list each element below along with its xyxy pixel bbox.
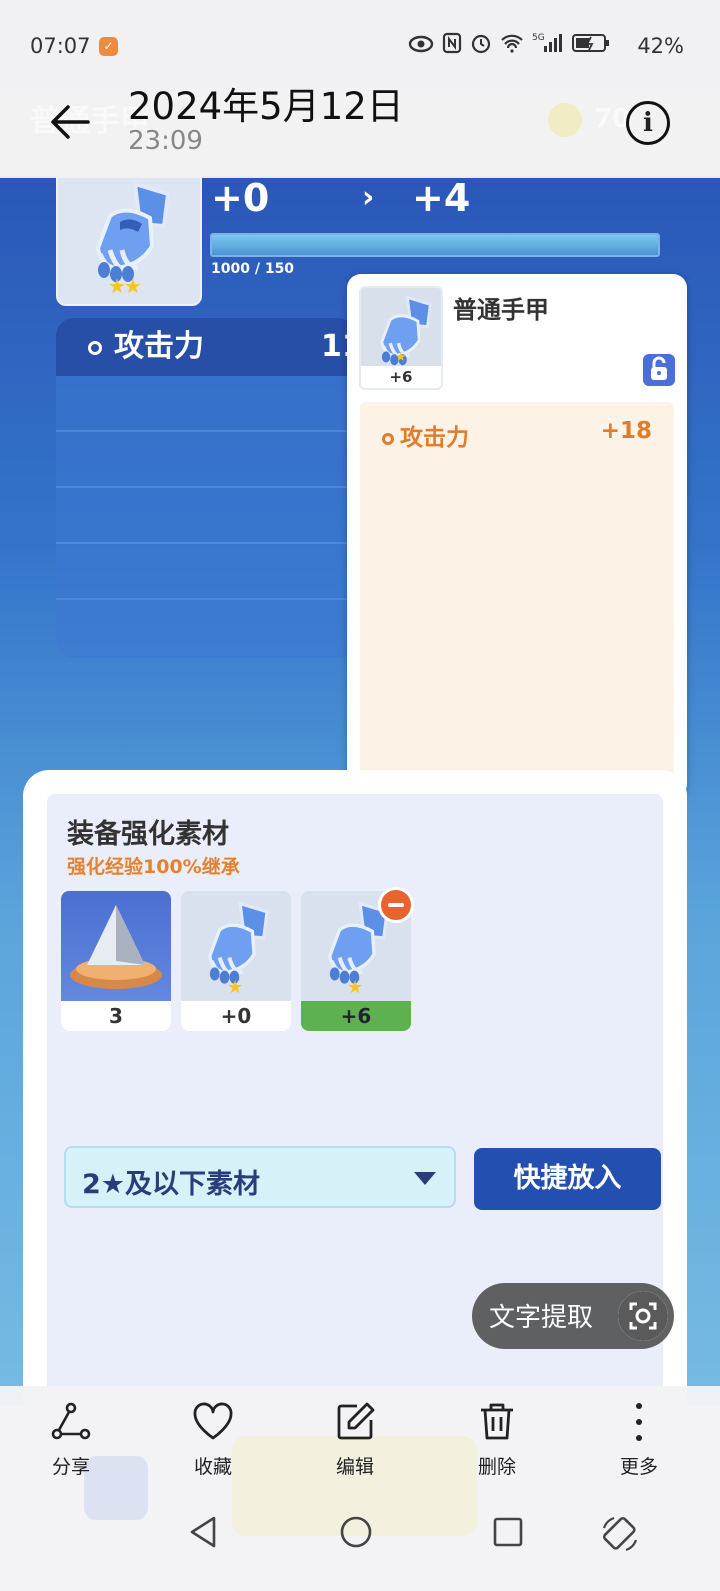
more-label: 更多 — [619, 1456, 658, 1478]
nfc-icon — [442, 32, 462, 59]
caret-down-icon — [414, 1172, 436, 1185]
enhance-target-item: ★★ — [56, 176, 202, 306]
text-extract-label: 文字提取 — [489, 1303, 594, 1333]
share-button[interactable]: 分享 — [21, 1400, 121, 1479]
level-to: +4 — [412, 176, 471, 220]
stat-row — [56, 432, 356, 488]
battery-percent: 42% — [637, 34, 684, 58]
material-slot[interactable]: ★ +0 — [181, 891, 291, 1031]
delete-label: 删除 — [477, 1456, 516, 1478]
popup-item-icon: ★ +6 — [359, 286, 443, 390]
enhance-stone-icon — [70, 905, 162, 989]
stat-dot-icon — [382, 432, 394, 445]
material-slot-level: +0 — [181, 1001, 291, 1031]
heart-icon — [193, 1402, 233, 1440]
delete-button[interactable]: 删除 — [447, 1400, 547, 1479]
popup-stat-value: +18 — [600, 418, 652, 444]
text-extract-button[interactable]: 文字提取 — [472, 1283, 674, 1349]
material-filter-dropdown[interactable]: 2★及以下素材 — [64, 1146, 456, 1208]
battery-icon — [572, 33, 610, 58]
nav-back-icon[interactable] — [186, 1514, 222, 1550]
stat-row — [56, 376, 356, 432]
popup-item-name: 普通手甲 — [453, 296, 549, 324]
quick-add-button[interactable]: 快捷放入 — [474, 1148, 661, 1210]
photo-date: 2024年5月12日 — [128, 85, 404, 128]
star-icon: ★ — [227, 977, 244, 998]
nav-home-icon[interactable] — [338, 1514, 374, 1550]
scan-icon — [618, 1291, 668, 1341]
filter-label: 2★及以下素材 — [82, 1169, 260, 1200]
favorite-button[interactable]: 收藏 — [163, 1400, 263, 1479]
alarm-icon — [470, 32, 492, 59]
material-slot[interactable]: 3 — [61, 891, 171, 1031]
popup-item-level: +6 — [361, 366, 441, 388]
coin-icon — [548, 103, 582, 137]
status-time: 07:07 — [30, 34, 91, 58]
info-icon[interactable]: i — [626, 101, 670, 145]
more-vertical-icon — [636, 1403, 642, 1441]
unlock-icon[interactable] — [643, 354, 675, 386]
eye-icon — [408, 34, 434, 58]
xp-text: 1000 / 150 — [211, 261, 295, 277]
share-icon — [51, 1402, 91, 1440]
material-slot-count: 3 — [61, 1001, 171, 1031]
item-detail-popup: ★ +6 普通手甲 攻击力 +18 — [347, 274, 687, 798]
xp-bar-fill — [212, 235, 658, 255]
star-icon: ★ — [395, 350, 407, 365]
arrow-icon: › — [362, 180, 375, 215]
materials-subtitle: 强化经验100%继承 — [67, 856, 240, 878]
popup-stat-label: 攻击力 — [382, 418, 469, 452]
stat-name: 攻击力 — [114, 329, 204, 364]
materials-title: 装备强化素材 — [67, 819, 229, 850]
game-screenshot: ★★ +0 › +4 1000 / 150 攻击力 11 ★ +6 普通手甲 — [0, 176, 720, 1406]
bottom-toolbar: 分享 收藏 编辑 删除 更多 — [0, 1386, 720, 1591]
rotate-screen-icon[interactable] — [600, 1514, 640, 1554]
level-from: +0 — [211, 176, 270, 220]
trash-icon — [481, 1403, 513, 1440]
popup-stats-area: 攻击力 +18 — [360, 402, 674, 784]
favorite-label: 收藏 — [193, 1456, 232, 1478]
rarity-stars: ★★ — [108, 274, 142, 298]
star-icon: ★ — [347, 977, 364, 998]
remove-material-icon[interactable] — [378, 887, 414, 923]
svg-text:5G: 5G — [532, 33, 545, 43]
nav-recents-icon[interactable] — [490, 1514, 526, 1550]
edit-icon — [337, 1402, 375, 1440]
popup-stat-name: 攻击力 — [400, 425, 469, 451]
stat-header: 攻击力 — [56, 318, 356, 376]
ghost-coin-count: 70 — [594, 104, 631, 134]
stat-row — [56, 544, 356, 600]
material-slot-level: +6 — [301, 1001, 411, 1031]
stat-panel: 攻击力 11 — [56, 318, 356, 658]
gauntlet-icon — [95, 181, 171, 282]
edit-label: 编辑 — [335, 1456, 374, 1478]
edit-button[interactable]: 编辑 — [305, 1400, 405, 1479]
wifi-icon — [500, 33, 524, 58]
stat-row — [56, 488, 356, 544]
back-arrow-icon[interactable] — [46, 97, 96, 147]
xp-bar — [210, 233, 660, 257]
gauntlet-icon — [208, 901, 269, 984]
status-icons: 5G — [408, 32, 610, 59]
more-button[interactable]: 更多 — [589, 1400, 689, 1479]
photo-time: 23:09 — [128, 126, 203, 156]
signal-icon: 5G — [532, 32, 564, 59]
app-notification-icon: ✓ — [99, 37, 118, 56]
stat-dot-icon — [88, 340, 102, 355]
share-label: 分享 — [51, 1456, 90, 1478]
